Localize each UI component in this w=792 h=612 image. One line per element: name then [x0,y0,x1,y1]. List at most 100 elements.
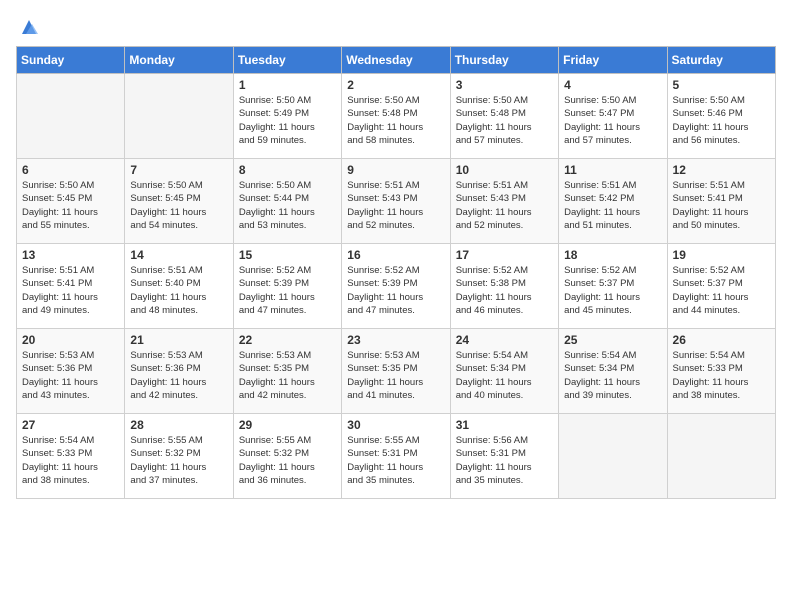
day-number: 4 [564,78,661,92]
day-info: Sunrise: 5:54 AM Sunset: 5:33 PM Dayligh… [22,434,119,487]
day-number: 10 [456,163,553,177]
calendar-cell: 20 Sunrise: 5:53 AM Sunset: 5:36 PM Dayli… [17,329,125,414]
day-number: 11 [564,163,661,177]
day-number: 3 [456,78,553,92]
calendar-cell: 24 Sunrise: 5:54 AM Sunset: 5:34 PM Dayli… [450,329,558,414]
day-number: 27 [22,418,119,432]
day-info: Sunrise: 5:54 AM Sunset: 5:34 PM Dayligh… [564,349,661,402]
day-number: 9 [347,163,444,177]
day-info: Sunrise: 5:52 AM Sunset: 5:37 PM Dayligh… [673,264,770,317]
day-number: 22 [239,333,336,347]
calendar-cell: 13 Sunrise: 5:51 AM Sunset: 5:41 PM Dayli… [17,244,125,329]
calendar-cell: 7 Sunrise: 5:50 AM Sunset: 5:45 PM Daylig… [125,159,233,244]
day-info: Sunrise: 5:51 AM Sunset: 5:41 PM Dayligh… [22,264,119,317]
day-info: Sunrise: 5:52 AM Sunset: 5:39 PM Dayligh… [239,264,336,317]
calendar-week-row: 13 Sunrise: 5:51 AM Sunset: 5:41 PM Dayli… [17,244,776,329]
column-header-tuesday: Tuesday [233,47,341,74]
day-number: 19 [673,248,770,262]
calendar-cell: 23Sunrise: 5:53 AM Sunset: 5:35 PM Dayli… [342,329,450,414]
day-info: Sunrise: 5:51 AM Sunset: 5:43 PM Dayligh… [347,179,444,232]
column-header-friday: Friday [559,47,667,74]
calendar-cell: 27 Sunrise: 5:54 AM Sunset: 5:33 PM Dayli… [17,414,125,499]
calendar-table: SundayMondayTuesdayWednesdayThursdayFrid… [16,46,776,499]
day-number: 31 [456,418,553,432]
day-number: 16 [347,248,444,262]
day-info: Sunrise: 5:53 AM Sunset: 5:36 PM Dayligh… [22,349,119,402]
calendar-cell: 21 Sunrise: 5:53 AM Sunset: 5:36 PM Dayli… [125,329,233,414]
day-info: Sunrise: 5:51 AM Sunset: 5:40 PM Dayligh… [130,264,227,317]
calendar-cell: 25 Sunrise: 5:54 AM Sunset: 5:34 PM Dayli… [559,329,667,414]
column-header-sunday: Sunday [17,47,125,74]
calendar-cell: 29 Sunrise: 5:55 AM Sunset: 5:32 PM Dayli… [233,414,341,499]
day-number: 1 [239,78,336,92]
day-info: Sunrise: 5:50 AM Sunset: 5:48 PM Dayligh… [347,94,444,147]
day-info: Sunrise: 5:53 AM Sunset: 5:36 PM Dayligh… [130,349,227,402]
column-header-wednesday: Wednesday [342,47,450,74]
day-number: 20 [22,333,119,347]
day-number: 17 [456,248,553,262]
page-header [16,16,776,38]
day-number: 21 [130,333,227,347]
column-header-saturday: Saturday [667,47,775,74]
day-number: 26 [673,333,770,347]
logo-icon [18,16,40,38]
day-number: 24 [456,333,553,347]
calendar-cell: 10Sunrise: 5:51 AM Sunset: 5:43 PM Dayli… [450,159,558,244]
day-info: Sunrise: 5:51 AM Sunset: 5:41 PM Dayligh… [673,179,770,232]
day-info: Sunrise: 5:55 AM Sunset: 5:32 PM Dayligh… [239,434,336,487]
calendar-cell: 26 Sunrise: 5:54 AM Sunset: 5:33 PM Dayli… [667,329,775,414]
day-info: Sunrise: 5:50 AM Sunset: 5:45 PM Dayligh… [130,179,227,232]
day-info: Sunrise: 5:52 AM Sunset: 5:39 PM Dayligh… [347,264,444,317]
calendar-cell: 28 Sunrise: 5:55 AM Sunset: 5:32 PM Dayli… [125,414,233,499]
calendar-cell: 9 Sunrise: 5:51 AM Sunset: 5:43 PM Daylig… [342,159,450,244]
calendar-week-row: 27 Sunrise: 5:54 AM Sunset: 5:33 PM Dayli… [17,414,776,499]
calendar-cell: 17 Sunrise: 5:52 AM Sunset: 5:38 PM Dayli… [450,244,558,329]
calendar-week-row: 6 Sunrise: 5:50 AM Sunset: 5:45 PM Daylig… [17,159,776,244]
day-number: 30 [347,418,444,432]
day-number: 14 [130,248,227,262]
calendar-cell: 14 Sunrise: 5:51 AM Sunset: 5:40 PM Dayli… [125,244,233,329]
day-info: Sunrise: 5:50 AM Sunset: 5:49 PM Dayligh… [239,94,336,147]
calendar-cell: 1 Sunrise: 5:50 AM Sunset: 5:49 PM Daylig… [233,74,341,159]
day-info: Sunrise: 5:52 AM Sunset: 5:38 PM Dayligh… [456,264,553,317]
calendar-cell: 30 Sunrise: 5:55 AM Sunset: 5:31 PM Dayli… [342,414,450,499]
day-number: 8 [239,163,336,177]
day-info: Sunrise: 5:55 AM Sunset: 5:31 PM Dayligh… [347,434,444,487]
day-number: 18 [564,248,661,262]
day-info: Sunrise: 5:54 AM Sunset: 5:34 PM Dayligh… [456,349,553,402]
day-info: Sunrise: 5:50 AM Sunset: 5:48 PM Dayligh… [456,94,553,147]
header-row: SundayMondayTuesdayWednesdayThursdayFrid… [17,47,776,74]
calendar-cell: 31 Sunrise: 5:56 AM Sunset: 5:31 PM Dayli… [450,414,558,499]
day-info: Sunrise: 5:50 AM Sunset: 5:46 PM Dayligh… [673,94,770,147]
day-info: Sunrise: 5:56 AM Sunset: 5:31 PM Dayligh… [456,434,553,487]
day-info: Sunrise: 5:53 AM Sunset: 5:35 PM Dayligh… [347,349,444,402]
calendar-cell: 19 Sunrise: 5:52 AM Sunset: 5:37 PM Dayli… [667,244,775,329]
calendar-cell: 12Sunrise: 5:51 AM Sunset: 5:41 PM Dayli… [667,159,775,244]
calendar-cell: 22 Sunrise: 5:53 AM Sunset: 5:35 PM Dayli… [233,329,341,414]
calendar-cell: 16 Sunrise: 5:52 AM Sunset: 5:39 PM Dayli… [342,244,450,329]
calendar-cell: 2 Sunrise: 5:50 AM Sunset: 5:48 PM Daylig… [342,74,450,159]
day-info: Sunrise: 5:55 AM Sunset: 5:32 PM Dayligh… [130,434,227,487]
calendar-week-row: 1 Sunrise: 5:50 AM Sunset: 5:49 PM Daylig… [17,74,776,159]
day-number: 2 [347,78,444,92]
calendar-cell [125,74,233,159]
day-info: Sunrise: 5:54 AM Sunset: 5:33 PM Dayligh… [673,349,770,402]
day-info: Sunrise: 5:53 AM Sunset: 5:35 PM Dayligh… [239,349,336,402]
day-number: 13 [22,248,119,262]
day-info: Sunrise: 5:52 AM Sunset: 5:37 PM Dayligh… [564,264,661,317]
day-number: 29 [239,418,336,432]
calendar-cell [667,414,775,499]
day-info: Sunrise: 5:50 AM Sunset: 5:45 PM Dayligh… [22,179,119,232]
calendar-cell: 8 Sunrise: 5:50 AM Sunset: 5:44 PM Daylig… [233,159,341,244]
calendar-cell: 6 Sunrise: 5:50 AM Sunset: 5:45 PM Daylig… [17,159,125,244]
day-number: 6 [22,163,119,177]
day-info: Sunrise: 5:50 AM Sunset: 5:47 PM Dayligh… [564,94,661,147]
day-number: 7 [130,163,227,177]
day-number: 25 [564,333,661,347]
calendar-cell: 15Sunrise: 5:52 AM Sunset: 5:39 PM Dayli… [233,244,341,329]
day-number: 28 [130,418,227,432]
day-info: Sunrise: 5:51 AM Sunset: 5:42 PM Dayligh… [564,179,661,232]
day-info: Sunrise: 5:50 AM Sunset: 5:44 PM Dayligh… [239,179,336,232]
calendar-cell: 11 Sunrise: 5:51 AM Sunset: 5:42 PM Dayli… [559,159,667,244]
calendar-cell [17,74,125,159]
